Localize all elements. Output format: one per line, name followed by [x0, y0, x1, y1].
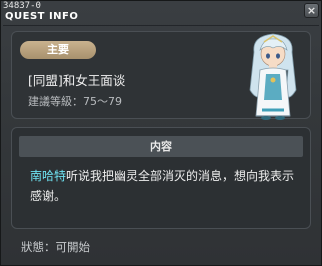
quest-name: [同盟]和女王面谈 — [28, 73, 126, 88]
close-icon: × — [306, 4, 317, 17]
quest-info-window: 34837-0 QUEST INFO × 主要 [同盟]和女王面谈 建議等級：7… — [0, 0, 322, 266]
close-button[interactable]: × — [304, 3, 319, 18]
quest-content-panel: 内容 南哈特听说我把幽灵全部消灭的消息，想向我表示感谢。 — [11, 127, 311, 229]
npc-portrait — [249, 33, 297, 120]
content-header: 内容 — [19, 136, 303, 157]
quest-status: 狀態：可開始 — [21, 240, 90, 254]
quest-category-badge: 主要 — [20, 41, 96, 59]
window-title: QUEST INFO — [5, 11, 79, 22]
quest-description-text: 听说我把幽灵全部消灭的消息，想向我表示感谢。 — [30, 169, 295, 203]
title-divider — [3, 25, 319, 26]
npc-name-link: 南哈特 — [30, 169, 67, 183]
quest-description: 南哈特听说我把幽灵全部消灭的消息，想向我表示感谢。 — [30, 166, 300, 206]
quest-summary-panel: 主要 [同盟]和女王面谈 建議等級：75～79 — [11, 31, 311, 120]
window-id-label: 34837-0 — [3, 1, 41, 11]
quest-recommended-level: 建議等級：75～79 — [28, 95, 122, 108]
